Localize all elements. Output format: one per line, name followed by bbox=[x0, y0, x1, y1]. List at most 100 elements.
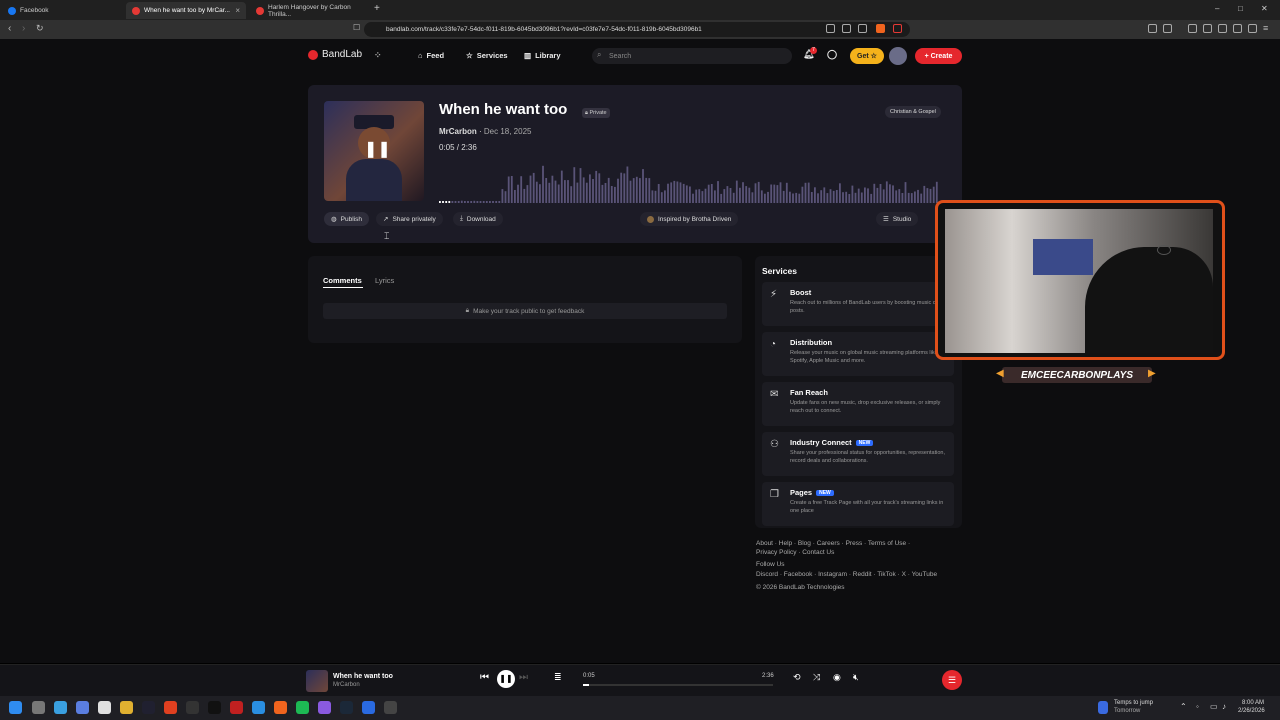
edge-icon[interactable] bbox=[252, 701, 265, 714]
tab-comments[interactable]: Comments bbox=[323, 276, 362, 285]
messages-icon[interactable]: ◯ bbox=[827, 49, 837, 60]
service-industry-connect[interactable]: ⚇ Industry Connect NEW Share your profess… bbox=[762, 432, 954, 476]
tab-lyrics[interactable]: Lyrics bbox=[375, 276, 394, 285]
share-icon[interactable] bbox=[858, 24, 867, 33]
teams-icon[interactable] bbox=[76, 701, 89, 714]
get-membership-button[interactable]: Get ☆ bbox=[850, 48, 884, 64]
task-view-icon[interactable] bbox=[32, 701, 45, 714]
tab-facebook[interactable]: Facebook bbox=[2, 2, 122, 19]
close-window-icon[interactable]: ✕ bbox=[1261, 4, 1268, 13]
genre-tag[interactable]: Christian & Gospel bbox=[885, 106, 941, 118]
forward-icon[interactable]: › bbox=[22, 23, 25, 34]
extension-icon[interactable] bbox=[1233, 24, 1242, 33]
extension-icon[interactable] bbox=[1148, 24, 1157, 33]
waveform-bar bbox=[604, 183, 607, 203]
brave-icon[interactable] bbox=[274, 701, 287, 714]
artist-link[interactable]: MrCarbon bbox=[439, 127, 477, 136]
spotify-icon[interactable] bbox=[296, 701, 309, 714]
footer-links-2[interactable]: Privacy Policy · Contact Us bbox=[756, 549, 834, 556]
steam-icon[interactable] bbox=[340, 701, 353, 714]
tiktok-icon[interactable] bbox=[208, 701, 221, 714]
menu-button[interactable]: ☰ bbox=[942, 670, 962, 690]
extension-icon[interactable] bbox=[1163, 24, 1172, 33]
brand-logo[interactable]: BandLab bbox=[308, 49, 362, 60]
wallet-icon[interactable] bbox=[1218, 24, 1227, 33]
network-icon[interactable]: ▭ bbox=[1210, 702, 1218, 711]
app-icon[interactable] bbox=[230, 701, 243, 714]
studio-button[interactable]: ☰ Studio bbox=[876, 212, 919, 226]
waveform-bar bbox=[442, 201, 444, 203]
file-explorer-icon[interactable] bbox=[120, 701, 133, 714]
app-icon[interactable] bbox=[164, 701, 177, 714]
tab-current-track[interactable]: When he want too by MrCar... × bbox=[126, 2, 246, 19]
vpn-icon[interactable] bbox=[1248, 24, 1257, 33]
broadcast-icon[interactable]: ◉ bbox=[833, 672, 841, 683]
social-links[interactable]: Discord · Facebook · Instagram · Reddit … bbox=[756, 571, 937, 578]
create-button[interactable]: + Create bbox=[915, 48, 962, 64]
pause-overlay-icon[interactable]: ❚❚ bbox=[364, 139, 391, 159]
shuffle-icon[interactable]: ⤨ bbox=[813, 672, 820, 683]
search-input[interactable]: ⌕ Search bbox=[592, 48, 792, 64]
obs-icon[interactable] bbox=[384, 701, 397, 714]
media-icon[interactable] bbox=[1188, 24, 1197, 33]
extension-icon[interactable] bbox=[826, 24, 835, 33]
extension-icon[interactable] bbox=[842, 24, 851, 33]
back-icon[interactable]: ‹ bbox=[8, 23, 11, 34]
service-pages[interactable]: ❐ Pages NEW Create a free Track Page with… bbox=[762, 482, 954, 526]
brave-shield-icon[interactable] bbox=[876, 24, 885, 33]
app-icon[interactable] bbox=[142, 701, 155, 714]
tab-harlem-hangover[interactable]: Harlem Hangover by Carbon Thrilla... bbox=[250, 2, 370, 19]
mic-icon[interactable]: ◦ bbox=[1196, 702, 1199, 711]
get-label: Get bbox=[857, 52, 869, 60]
nav-library[interactable]: ▥ Library bbox=[524, 51, 561, 60]
services-panel: Services ⚡︎ Boost Reach out to millions … bbox=[755, 256, 962, 528]
pause-button[interactable]: ❚❚ bbox=[497, 670, 515, 688]
player-title[interactable]: When he want too bbox=[333, 673, 393, 680]
track-artwork[interactable]: ❚❚ bbox=[324, 101, 424, 201]
waveform-bar bbox=[579, 168, 582, 203]
app-icon[interactable] bbox=[318, 701, 331, 714]
avatar[interactable] bbox=[889, 47, 907, 65]
inspired-by-button[interactable]: Inspired by Brotha Driven bbox=[640, 212, 739, 226]
share-privately-button[interactable]: ↗ Share privately bbox=[376, 212, 443, 226]
brave-rewards-icon[interactable] bbox=[893, 24, 902, 33]
maximize-icon[interactable]: □ bbox=[1238, 4, 1243, 13]
download-button[interactable]: ⤓ Download bbox=[453, 212, 503, 226]
reload-icon[interactable]: ↻ bbox=[36, 23, 44, 34]
minimize-icon[interactable]: – bbox=[1215, 4, 1219, 13]
copilot-icon[interactable] bbox=[54, 701, 67, 714]
waveform[interactable] bbox=[439, 153, 939, 203]
bookmark-icon[interactable]: ☐ bbox=[353, 23, 360, 32]
store-icon[interactable] bbox=[98, 701, 111, 714]
close-tab-icon[interactable]: × bbox=[235, 6, 240, 15]
previous-icon[interactable]: ⏮︎ bbox=[480, 672, 489, 683]
publish-button[interactable]: ◍ Publish bbox=[324, 212, 369, 226]
weather-icon[interactable] bbox=[1098, 701, 1108, 714]
player-artist[interactable]: MrCarbon bbox=[333, 682, 360, 688]
progress-track[interactable] bbox=[583, 684, 773, 686]
threads-icon[interactable] bbox=[186, 701, 199, 714]
service-boost[interactable]: ⚡︎ Boost Reach out to millions of BandLa… bbox=[762, 282, 954, 326]
service-distribution[interactable]: ◔ Distribution Release your music on glo… bbox=[762, 332, 954, 376]
service-fan-reach[interactable]: ✉ Fan Reach Update fans on new music, dr… bbox=[762, 382, 954, 426]
chevron-up-icon[interactable]: ⌃ bbox=[1180, 702, 1187, 711]
waveform-bar bbox=[767, 191, 769, 203]
volume-icon[interactable]: ♪ bbox=[1222, 702, 1226, 711]
nav-services[interactable]: ☆ Services bbox=[466, 51, 508, 60]
footer-links[interactable]: About · Help · Blog · Careers · Press · … bbox=[756, 540, 910, 547]
mute-icon[interactable]: 🔇︎ bbox=[853, 672, 859, 683]
studio-label: Studio bbox=[892, 215, 912, 223]
apps-grid-icon[interactable]: ⁘ bbox=[374, 50, 382, 61]
windows-start-icon[interactable] bbox=[9, 701, 22, 714]
menu-icon[interactable]: ≡ bbox=[1263, 23, 1268, 33]
app-icon[interactable] bbox=[362, 701, 375, 714]
repeat-icon[interactable]: ⟲ bbox=[793, 672, 801, 683]
bandlab-favicon-icon bbox=[132, 6, 140, 15]
nav-feed[interactable]: ⌂ Feed bbox=[418, 51, 444, 60]
queue-icon[interactable]: ≣ bbox=[554, 672, 562, 683]
next-icon[interactable]: ⏭︎ bbox=[519, 672, 528, 683]
sidebar-icon[interactable] bbox=[1203, 24, 1212, 33]
waveform-bar bbox=[804, 182, 807, 203]
new-tab-icon[interactable]: + bbox=[374, 3, 380, 14]
mini-artwork[interactable] bbox=[306, 670, 328, 692]
